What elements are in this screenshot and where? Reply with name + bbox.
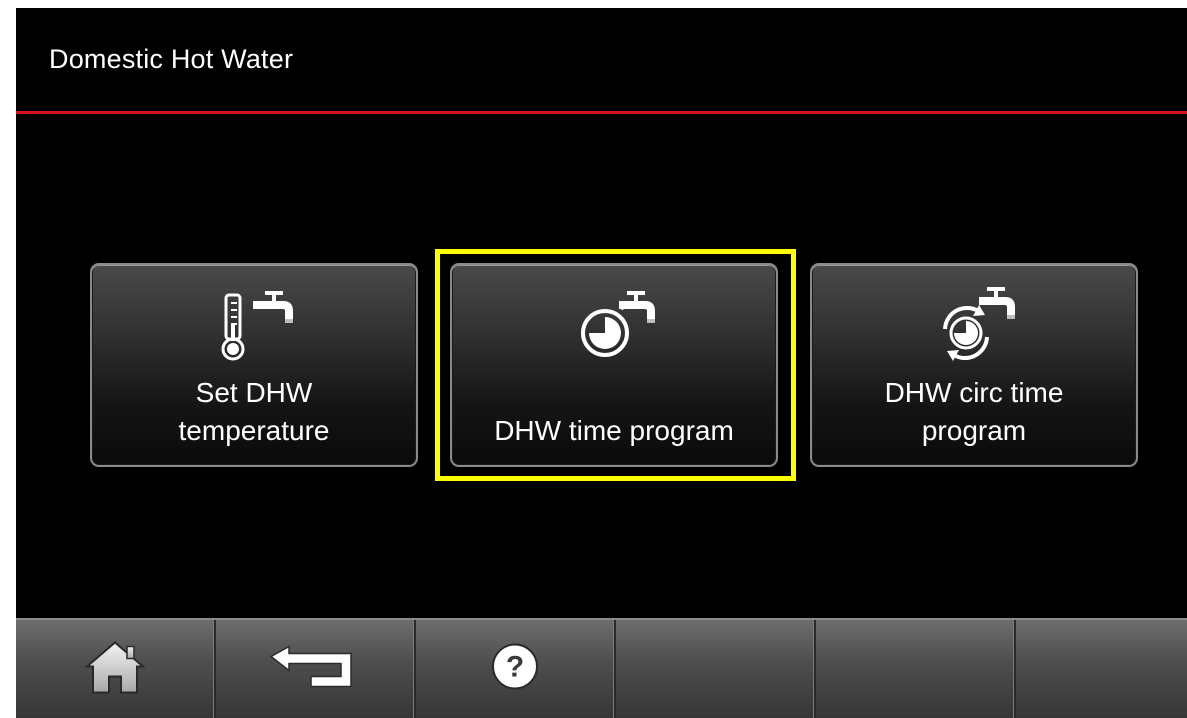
dhw-circ-time-program-button[interactable]: DHW circ time program (810, 263, 1138, 467)
help-icon: ? (489, 641, 541, 698)
footer-slot-6 (1016, 620, 1187, 718)
home-icon (83, 637, 147, 702)
clock-tap-icon (569, 281, 659, 376)
screen-frame: Domestic Hot Water Set DHW temperature D… (16, 8, 1187, 718)
set-dhw-temperature-label-line1: Set DHW (195, 377, 313, 408)
dhw-time-program-label: DHW time program (494, 415, 734, 446)
header-divider (16, 111, 1187, 114)
footer-nav-bar: ? (16, 618, 1187, 718)
footer-slot-5 (816, 620, 1016, 718)
footer-slot-4 (616, 620, 816, 718)
dhw-circ-time-program-label-line1: DHW circ time (884, 377, 1064, 408)
header-bar: Domestic Hot Water (16, 8, 1187, 111)
dhw-circ-time-program-label-line2: program (921, 415, 1027, 446)
dhw-time-program-button[interactable]: DHW time program (450, 263, 778, 467)
help-button[interactable]: ? (416, 620, 616, 718)
back-button[interactable] (216, 620, 416, 718)
thermometer-tap-icon (209, 281, 299, 376)
svg-text:?: ? (506, 651, 524, 684)
page-title: Domestic Hot Water (49, 44, 294, 74)
home-button[interactable] (16, 620, 216, 718)
back-arrow-icon (267, 645, 363, 694)
set-dhw-temperature-button[interactable]: Set DHW temperature (90, 263, 418, 467)
circulation-clock-tap-icon (929, 281, 1019, 376)
set-dhw-temperature-label-line2: temperature (178, 415, 330, 446)
